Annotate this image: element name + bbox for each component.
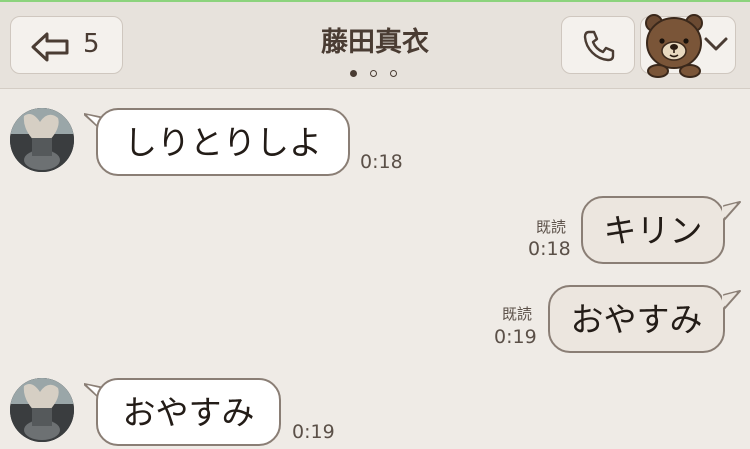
unread-count: 5 xyxy=(83,29,100,59)
chevron-down-icon xyxy=(704,37,728,51)
message-text: おやすみ xyxy=(122,392,255,432)
back-arrow-icon xyxy=(31,32,69,62)
page-indicator xyxy=(348,68,408,80)
message-text: おやすみ xyxy=(570,299,703,339)
message-bubble[interactable]: キリン xyxy=(581,196,725,264)
message-bubble[interactable]: しりとりしよ xyxy=(96,108,350,176)
page-dot xyxy=(370,70,377,77)
avatar-photo xyxy=(10,108,74,172)
back-button[interactable]: 5 xyxy=(10,16,123,74)
brown-bear-sticker-icon xyxy=(645,14,703,78)
read-receipt: 既読 xyxy=(502,305,533,323)
page-dot xyxy=(390,70,397,77)
call-button[interactable] xyxy=(561,16,635,74)
page-dot-active xyxy=(350,70,357,77)
message-bubble[interactable]: おやすみ xyxy=(96,378,281,446)
message-time: 0:18 xyxy=(360,151,403,173)
bubble-tail xyxy=(722,290,741,310)
message-time: 0:18 xyxy=(528,238,571,260)
bubble-tail xyxy=(722,201,741,221)
chat-title: 藤田真衣 xyxy=(321,27,429,58)
phone-icon xyxy=(583,30,615,62)
read-receipt: 既読 xyxy=(536,218,567,236)
message-text: しりとりしよ xyxy=(124,122,322,162)
contact-avatar[interactable] xyxy=(10,108,74,172)
message-time: 0:19 xyxy=(494,326,537,348)
chat-header: 5 藤田真衣 xyxy=(0,2,750,89)
message-bubble[interactable]: おやすみ xyxy=(548,285,725,353)
message-time: 0:19 xyxy=(292,421,335,443)
chat-menu-button[interactable] xyxy=(640,14,736,78)
contact-avatar[interactable] xyxy=(10,378,74,442)
message-text: キリン xyxy=(603,210,703,250)
avatar-photo xyxy=(10,378,74,442)
